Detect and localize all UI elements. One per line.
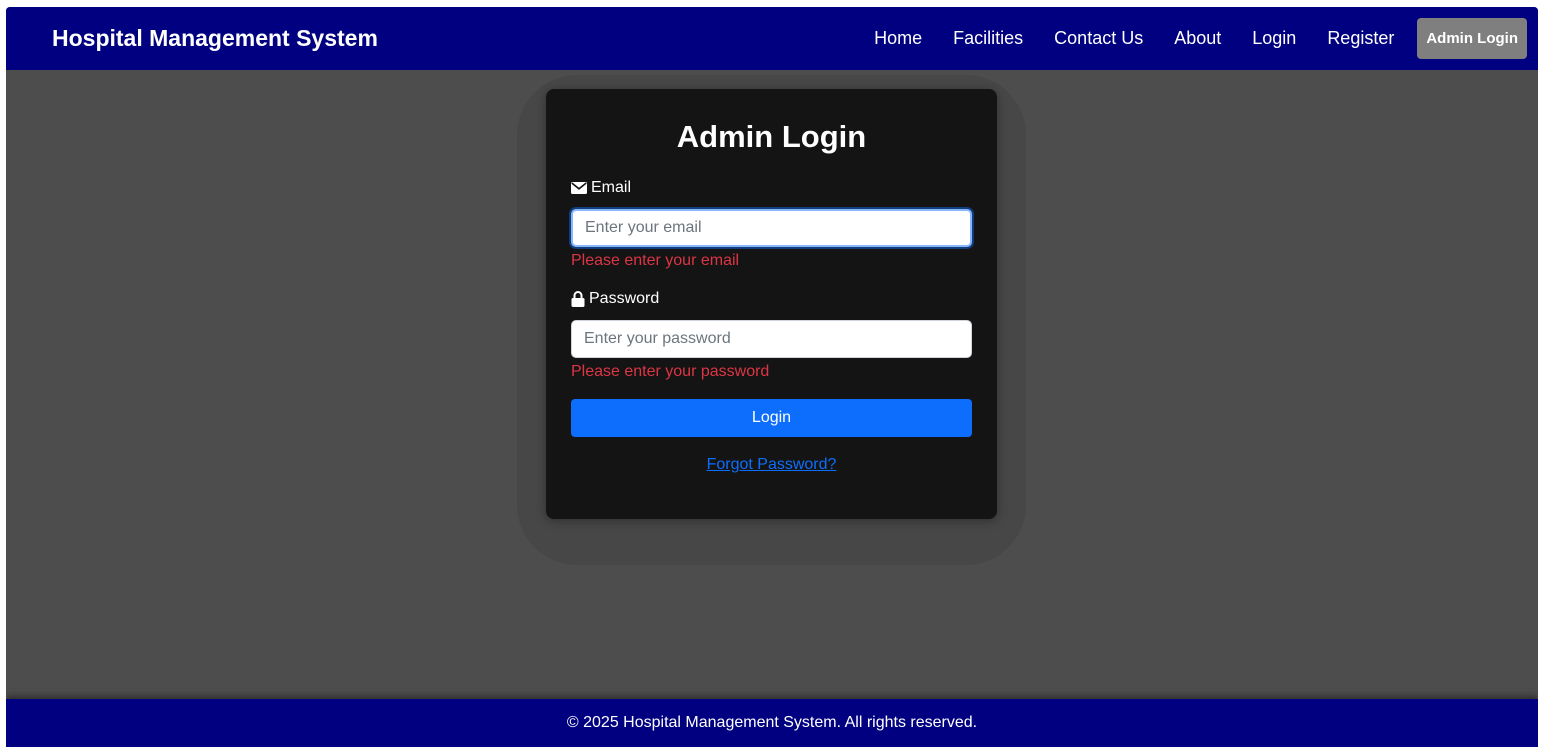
forgot-password-link[interactable]: Forgot Password?: [546, 456, 997, 474]
app-window: Hospital Management System Home Faciliti…: [6, 7, 1538, 747]
email-error: Please enter your email: [571, 252, 740, 269]
brand-title[interactable]: Hospital Management System: [52, 7, 378, 70]
nav-link-register[interactable]: Register: [1327, 28, 1394, 49]
nav-links: Home Facilities Contact Us About Login R…: [843, 7, 1527, 70]
password-label: Password: [571, 290, 659, 308]
lock-icon: [571, 291, 585, 307]
admin-login-card: Admin Login Email Please enter your emai…: [546, 89, 997, 519]
email-input[interactable]: [571, 209, 972, 247]
login-button[interactable]: Login: [571, 399, 972, 437]
nav-link-about[interactable]: About: [1174, 28, 1221, 49]
password-error: Please enter your password: [571, 363, 770, 380]
footer: © 2025 Hospital Management System. All r…: [6, 699, 1538, 747]
nav-link-login[interactable]: Login: [1252, 28, 1296, 49]
password-input[interactable]: [571, 320, 972, 358]
nav-link-contact-us[interactable]: Contact Us: [1054, 28, 1143, 49]
top-navbar: Hospital Management System Home Faciliti…: [6, 7, 1538, 70]
card-title: Admin Login: [676, 119, 867, 154]
envelope-icon: [571, 182, 587, 194]
nav-link-admin-login[interactable]: Admin Login: [1417, 18, 1527, 59]
email-label-text: Email: [591, 179, 632, 196]
footer-copyright: © 2025 Hospital Management System. All r…: [566, 714, 978, 731]
nav-link-facilities[interactable]: Facilities: [953, 28, 1023, 49]
email-label: Email: [571, 179, 631, 197]
password-label-text: Password: [589, 290, 660, 307]
nav-link-home[interactable]: Home: [874, 28, 922, 49]
